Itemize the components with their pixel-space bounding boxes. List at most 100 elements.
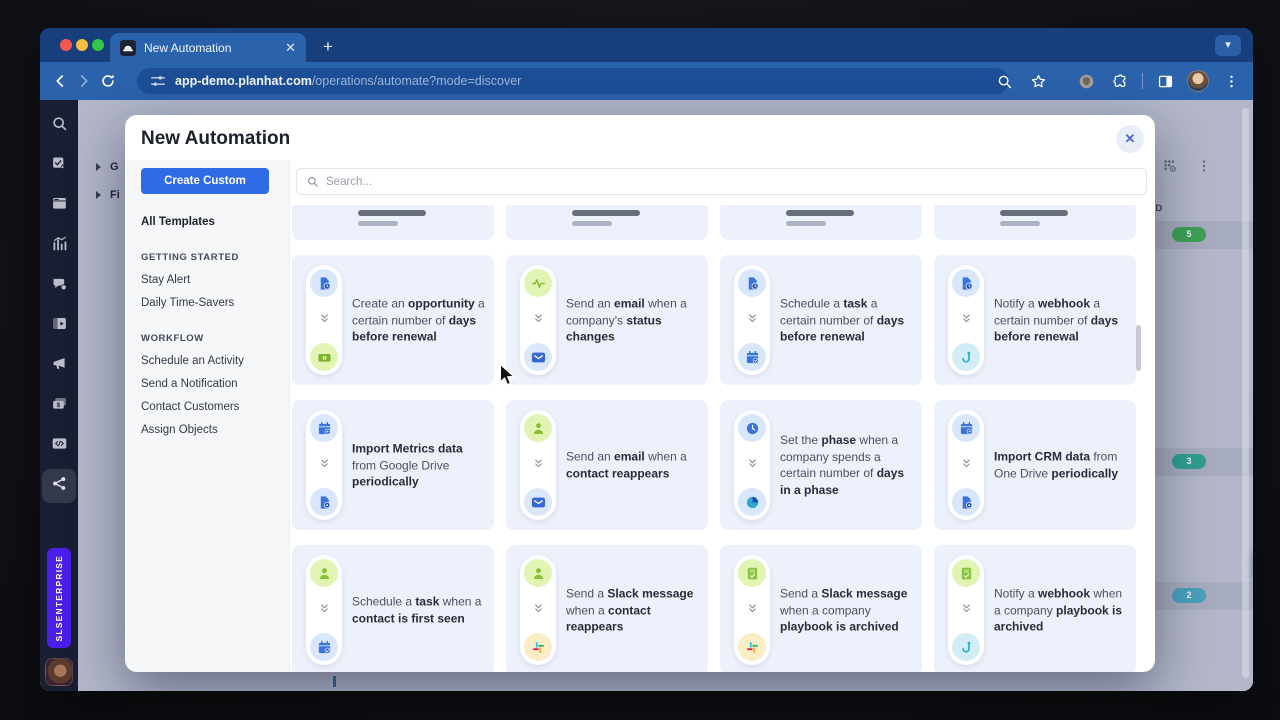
reload-icon[interactable] bbox=[96, 69, 120, 93]
card-icon-pill bbox=[948, 265, 984, 375]
double-chevron-down-icon bbox=[319, 311, 330, 329]
site-settings-icon[interactable] bbox=[149, 69, 167, 93]
nav-item[interactable]: Send a Notification bbox=[141, 378, 289, 390]
card-description: Schedule a task a certain number of days… bbox=[780, 296, 905, 344]
sidebar-item-portal[interactable] bbox=[42, 189, 76, 223]
board-settings-icon[interactable] bbox=[1162, 158, 1178, 179]
kebab-menu-icon[interactable] bbox=[1196, 158, 1212, 179]
window-zoom-button[interactable] bbox=[92, 39, 104, 51]
tree-item[interactable]: G bbox=[96, 161, 119, 173]
card-icon-pill bbox=[734, 555, 770, 665]
card-icon-pill bbox=[948, 410, 984, 520]
side-panel-icon[interactable] bbox=[1153, 69, 1177, 93]
card-description: Send an email when a company's status ch… bbox=[566, 296, 687, 344]
sidebar-item-search[interactable] bbox=[42, 109, 76, 143]
timeline-tick bbox=[333, 676, 336, 687]
template-card-partial[interactable] bbox=[506, 205, 708, 240]
double-chevron-down-icon bbox=[533, 311, 544, 329]
back-icon[interactable] bbox=[48, 69, 72, 93]
nav-item[interactable]: Schedule an Activity bbox=[141, 355, 289, 367]
template-card[interactable]: Notify a webhook a certain number of day… bbox=[934, 255, 1136, 385]
card-icon-pill bbox=[306, 555, 342, 665]
modal-scrollbar-thumb[interactable] bbox=[1136, 325, 1141, 371]
page-scrollbar[interactable] bbox=[1242, 108, 1249, 678]
nav-item[interactable]: Daily Time-Savers bbox=[141, 297, 289, 309]
user-avatar[interactable] bbox=[45, 658, 73, 686]
template-card[interactable]: Send an email when a contact reappears bbox=[506, 400, 708, 530]
card-icon-pill bbox=[306, 410, 342, 520]
double-chevron-down-icon bbox=[319, 456, 330, 474]
bookmark-star-icon[interactable] bbox=[1026, 69, 1050, 93]
template-card[interactable]: Notify a webhook when a company playbook… bbox=[934, 545, 1136, 672]
template-card[interactable]: Schedule a task a certain number of days… bbox=[720, 255, 922, 385]
sidebar-item-revenue[interactable]: $ bbox=[42, 389, 76, 423]
url-path: /operations/automate?mode=discover bbox=[311, 74, 522, 88]
extensions-puzzle-icon[interactable] bbox=[1108, 69, 1132, 93]
window-close-button[interactable] bbox=[60, 39, 72, 51]
template-card-partial[interactable] bbox=[720, 205, 922, 240]
tree-item[interactable]: Fi bbox=[96, 189, 120, 201]
nav-section-heading: GETTING STARTED bbox=[141, 252, 240, 263]
playbook-icon bbox=[738, 559, 766, 587]
email-icon bbox=[524, 343, 552, 371]
caret-right-icon bbox=[96, 163, 101, 171]
contact-person-icon bbox=[524, 559, 552, 587]
template-card[interactable]: Send an email when a company's status ch… bbox=[506, 255, 708, 385]
workspace-badge[interactable]: SLSENTERPRISE bbox=[47, 548, 71, 648]
nav-item[interactable]: Assign Objects bbox=[141, 424, 289, 436]
card-icon-pill bbox=[520, 265, 556, 375]
double-chevron-down-icon bbox=[961, 456, 972, 474]
tab-search-chevron-button[interactable]: ▾ bbox=[1215, 35, 1241, 56]
tab-title: New Automation bbox=[144, 40, 232, 55]
zoom-icon[interactable] bbox=[992, 69, 1016, 93]
template-card-partial[interactable] bbox=[934, 205, 1136, 240]
nav-item[interactable]: Contact Customers bbox=[141, 401, 289, 413]
sidebar-item-tasks[interactable] bbox=[42, 149, 76, 183]
search-input[interactable] bbox=[326, 175, 1137, 188]
template-card[interactable]: Create an opportunity a certain number o… bbox=[292, 255, 494, 385]
url-bar[interactable]: app-demo.planhat.com/operations/automate… bbox=[137, 68, 1009, 94]
template-search[interactable] bbox=[296, 168, 1147, 195]
nav-item[interactable]: Stay Alert bbox=[141, 274, 289, 286]
template-card[interactable]: Import CRM data from One Drive periodica… bbox=[934, 400, 1136, 530]
sidebar-item-media-panel[interactable] bbox=[42, 309, 76, 343]
playbook-icon bbox=[952, 559, 980, 587]
tab-close-icon[interactable]: ✕ bbox=[285, 41, 296, 54]
sidebar-item-automations[interactable] bbox=[42, 469, 76, 503]
double-chevron-down-icon bbox=[533, 601, 544, 619]
app-sidebar: $ SLSENTERPRISE bbox=[40, 100, 78, 691]
window-minimize-button[interactable] bbox=[76, 39, 88, 51]
window-icon bbox=[51, 195, 68, 217]
template-card[interactable]: Send a Slack message when a company play… bbox=[720, 545, 922, 672]
nav-item-all-templates[interactable]: All Templates bbox=[141, 216, 289, 228]
sidebar-item-campaigns[interactable] bbox=[42, 349, 76, 383]
sidebar-item-conversations[interactable] bbox=[42, 269, 76, 303]
create-custom-button[interactable]: Create Custom bbox=[141, 168, 269, 194]
template-card[interactable]: Send a Slack message when a contact reap… bbox=[506, 545, 708, 672]
profile-avatar[interactable] bbox=[1187, 70, 1209, 92]
adblock-badge-icon[interactable] bbox=[1074, 69, 1098, 93]
double-chevron-down-icon bbox=[747, 311, 758, 329]
template-card[interactable]: Import Metrics data from Google Drive pe… bbox=[292, 400, 494, 530]
new-tab-button[interactable]: + bbox=[318, 37, 338, 57]
sidebar-item-developer[interactable] bbox=[42, 429, 76, 463]
template-card-partial[interactable] bbox=[292, 205, 494, 240]
automation-icon bbox=[51, 475, 68, 497]
status-badge: 2 bbox=[1172, 588, 1206, 603]
modal-close-button[interactable]: ✕ bbox=[1116, 125, 1144, 153]
forward-icon[interactable] bbox=[72, 69, 96, 93]
template-card[interactable]: Set the phase when a company spends a ce… bbox=[720, 400, 922, 530]
kebab-menu-icon[interactable] bbox=[1219, 69, 1243, 93]
browser-toolbar: app-demo.planhat.com/operations/automate… bbox=[40, 62, 1253, 100]
card-icon-pill bbox=[520, 555, 556, 665]
renewal-document-icon bbox=[310, 269, 338, 297]
mouse-cursor bbox=[499, 363, 515, 386]
card-description: Notify a webhook when a company playbook… bbox=[994, 586, 1123, 634]
sidebar-item-analytics[interactable] bbox=[42, 229, 76, 263]
chat-icon bbox=[51, 275, 68, 297]
template-card[interactable]: Schedule a task when a contact is first … bbox=[292, 545, 494, 672]
search-icon bbox=[51, 115, 68, 137]
browser-tab[interactable]: New Automation ✕ bbox=[110, 33, 306, 62]
card-icon-pill bbox=[734, 265, 770, 375]
megaphone-icon bbox=[51, 355, 68, 377]
